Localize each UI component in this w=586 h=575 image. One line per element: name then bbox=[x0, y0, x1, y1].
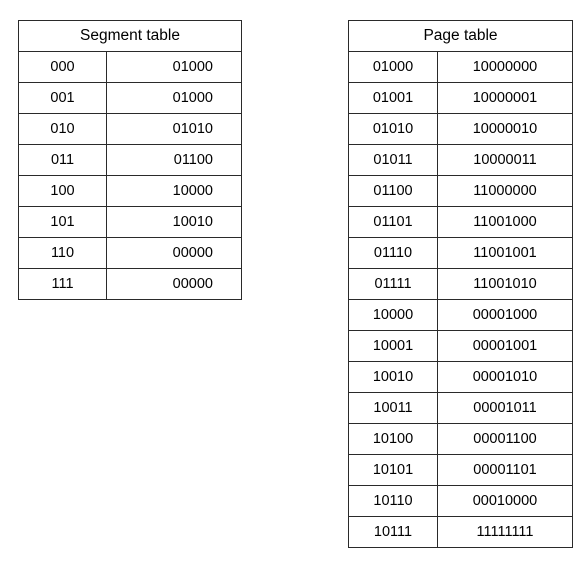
page_table-key-cell: 01000 bbox=[348, 51, 438, 83]
table-row: 10001 00001001 bbox=[348, 330, 573, 362]
page_table-key-cell: 10010 bbox=[348, 361, 438, 393]
table-row: 10000 00001000 bbox=[348, 299, 573, 331]
segment-table: Segment table 000 01000 001 01000 010 01010 01… bbox=[18, 20, 242, 300]
page_table-key-cell: 01101 bbox=[348, 206, 438, 238]
page-table-container: Page table 01000 10000000 01001 10000001 010… bbox=[348, 20, 573, 548]
segment_table-value-cell: 00000 bbox=[106, 237, 242, 269]
segment-table-head: Segment table bbox=[18, 20, 242, 52]
page_table-value-cell: 11001001 bbox=[437, 237, 573, 269]
page_table-value-cell: 00010000 bbox=[437, 485, 573, 517]
table-row: 110 00000 bbox=[18, 237, 242, 269]
page-table-title: Page table bbox=[348, 20, 573, 52]
table-row: 101 10010 bbox=[18, 206, 242, 238]
table-row: 10010 00001010 bbox=[348, 361, 573, 393]
table-row: 01000 10000000 bbox=[348, 51, 573, 83]
table-row: 01001 10000001 bbox=[348, 82, 573, 114]
segment_table-key-cell: 010 bbox=[18, 113, 107, 145]
page_table-value-cell: 00001010 bbox=[437, 361, 573, 393]
table-row: 001 01000 bbox=[18, 82, 242, 114]
table-row: 10110 00010000 bbox=[348, 485, 573, 517]
segment-table-title: Segment table bbox=[18, 20, 242, 52]
segment_table-key-cell: 011 bbox=[18, 144, 107, 176]
table-row: 10101 00001101 bbox=[348, 454, 573, 486]
page_table-key-cell: 01010 bbox=[348, 113, 438, 145]
table-row: 10011 00001011 bbox=[348, 392, 573, 424]
segment_table-value-cell: 10000 bbox=[106, 175, 242, 207]
page_table-value-cell: 11001010 bbox=[437, 268, 573, 300]
page_table-value-cell: 10000000 bbox=[437, 51, 573, 83]
page_table-value-cell: 10000010 bbox=[437, 113, 573, 145]
table-row: 01100 11000000 bbox=[348, 175, 573, 207]
segment_table-value-cell: 01010 bbox=[106, 113, 242, 145]
segment_table-key-cell: 101 bbox=[18, 206, 107, 238]
table-row: 10111 11111111 bbox=[348, 516, 573, 548]
segment_table-key-cell: 001 bbox=[18, 82, 107, 114]
table-row: 01010 10000010 bbox=[348, 113, 573, 145]
segment_table-value-cell: 01100 bbox=[106, 144, 242, 176]
page_table-value-cell: 00001000 bbox=[437, 299, 573, 331]
segment_table-key-cell: 111 bbox=[18, 268, 107, 300]
page_table-key-cell: 10000 bbox=[348, 299, 438, 331]
page_table-value-cell: 10000011 bbox=[437, 144, 573, 176]
table-row: 01101 11001000 bbox=[348, 206, 573, 238]
segment_table-value-cell: 10010 bbox=[106, 206, 242, 238]
page_table-key-cell: 10111 bbox=[348, 516, 438, 548]
page_table-key-cell: 10011 bbox=[348, 392, 438, 424]
page-table-body: 01000 10000000 01001 10000001 01010 10000010 0… bbox=[348, 51, 573, 548]
table-row: 01111 11001010 bbox=[348, 268, 573, 300]
segment-table-body: 000 01000 001 01000 010 01010 011 01100 100 10000… bbox=[18, 51, 242, 300]
page_table-value-cell: 00001100 bbox=[437, 423, 573, 455]
table-row: 000 01000 bbox=[18, 51, 242, 83]
table-row: 10100 00001100 bbox=[348, 423, 573, 455]
page-table: Page table 01000 10000000 01001 10000001 010… bbox=[348, 20, 573, 548]
page_table-value-cell: 00001011 bbox=[437, 392, 573, 424]
page_table-value-cell: 10000001 bbox=[437, 82, 573, 114]
page_table-key-cell: 01001 bbox=[348, 82, 438, 114]
segment_table-key-cell: 110 bbox=[18, 237, 107, 269]
segment-table-title-row: Segment table bbox=[18, 20, 242, 52]
segment_table-key-cell: 000 bbox=[18, 51, 107, 83]
segment_table-key-cell: 100 bbox=[18, 175, 107, 207]
page_table-key-cell: 01111 bbox=[348, 268, 438, 300]
page_table-key-cell: 01100 bbox=[348, 175, 438, 207]
segment_table-value-cell: 01000 bbox=[106, 82, 242, 114]
page_table-value-cell: 11111111 bbox=[437, 516, 573, 548]
segment_table-value-cell: 01000 bbox=[106, 51, 242, 83]
page_table-key-cell: 10110 bbox=[348, 485, 438, 517]
page_table-value-cell: 00001001 bbox=[437, 330, 573, 362]
page_table-value-cell: 11001000 bbox=[437, 206, 573, 238]
page_table-value-cell: 00001101 bbox=[437, 454, 573, 486]
table-row: 01110 11001001 bbox=[348, 237, 573, 269]
table-row: 111 00000 bbox=[18, 268, 242, 300]
page_table-key-cell: 01011 bbox=[348, 144, 438, 176]
table-row: 01011 10000011 bbox=[348, 144, 573, 176]
page-table-head: Page table bbox=[348, 20, 573, 52]
page_table-key-cell: 10101 bbox=[348, 454, 438, 486]
page_table-value-cell: 11000000 bbox=[437, 175, 573, 207]
page_table-key-cell: 10100 bbox=[348, 423, 438, 455]
page-table-title-row: Page table bbox=[348, 20, 573, 52]
page_table-key-cell: 10001 bbox=[348, 330, 438, 362]
table-row: 100 10000 bbox=[18, 175, 242, 207]
segment-table-container: Segment table 000 01000 001 01000 010 01010 01… bbox=[18, 20, 242, 300]
table-row: 011 01100 bbox=[18, 144, 242, 176]
segment_table-value-cell: 00000 bbox=[106, 268, 242, 300]
table-row: 010 01010 bbox=[18, 113, 242, 145]
page_table-key-cell: 01110 bbox=[348, 237, 438, 269]
